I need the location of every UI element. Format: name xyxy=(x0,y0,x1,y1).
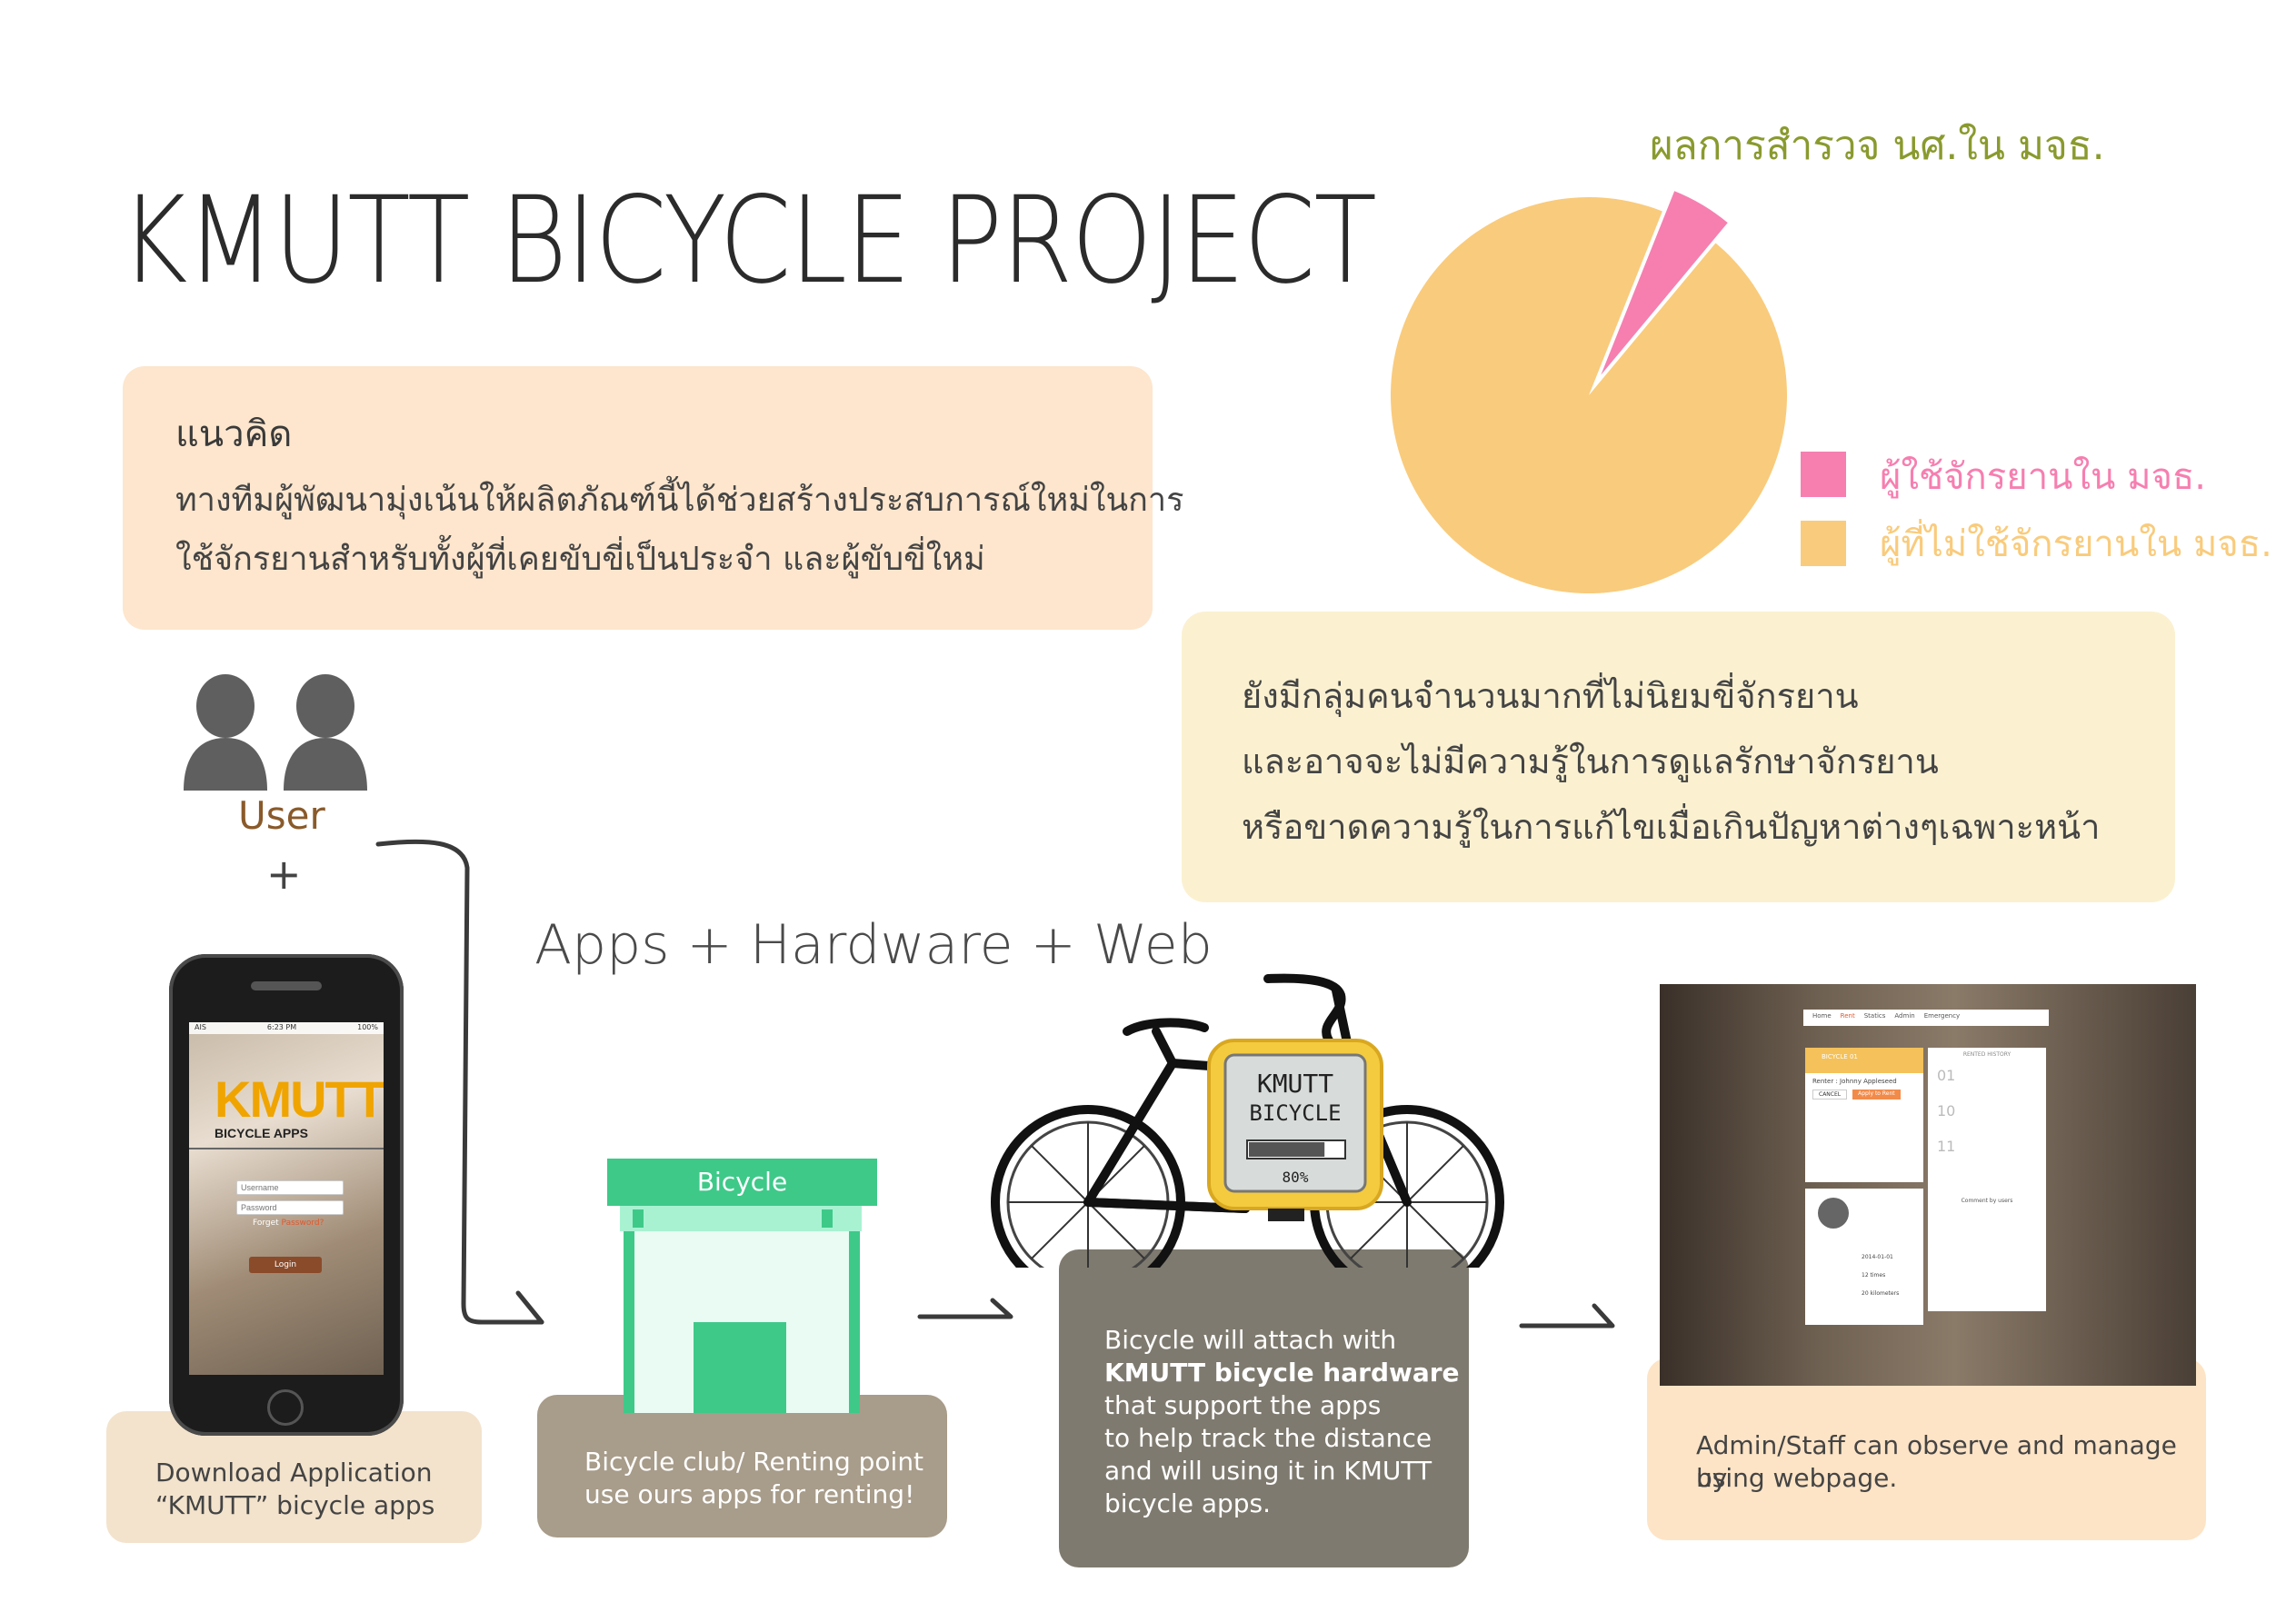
bike-caption-line: bicycle apps. xyxy=(1104,1488,1272,1518)
web-caption-line: using webpage. xyxy=(1696,1463,1898,1493)
web-detail-date: 2014-01-01 xyxy=(1862,1254,1893,1260)
bicycle-illustration: KMUTT BICYCLE 80% xyxy=(991,973,1504,1268)
forget-password-link[interactable]: Password? xyxy=(282,1219,324,1228)
web-detail-distance: 20 kilometers xyxy=(1862,1290,1900,1297)
bike-tracking-device: KMUTT BICYCLE 80% xyxy=(1207,1039,1383,1221)
web-nav-item[interactable]: Admin xyxy=(1894,1012,1914,1023)
web-history-day: 01 xyxy=(1937,1067,1956,1084)
legend-label-users: ผู้ใช้จักรยานใน มจธ. xyxy=(1880,456,2207,498)
device-progress-label: 80% xyxy=(1283,1169,1309,1186)
shop-sign: Bicycle xyxy=(607,1159,877,1206)
arrow-icon xyxy=(917,1298,1013,1319)
problem-panel: ยังมีกลุ่มคนจำนวนมากที่ไม่นิยมขี่จักรยาน… xyxy=(1182,612,2175,902)
admin-webpage-screenshot: Home Rent Statics Admin Emergency BICYCL… xyxy=(1660,984,2196,1386)
web-comment-title: Comment by users xyxy=(1961,1198,2013,1204)
web-history-day: 10 xyxy=(1937,1102,1956,1119)
problem-line: หรือขาดความรู้ในการแก้ไขเมื่อเกินปัญหาต่… xyxy=(1242,807,2101,847)
problem-line: ยังมีกลุ่มคนจำนวนมากที่ไม่นิยมขี่จักรยาน xyxy=(1242,676,1859,716)
problem-line: และอาจจะไม่มีความรู้ในการดูแลรักษาจักรยา… xyxy=(1242,741,1939,781)
phone-caption-line: “KMUTT” bicycle apps xyxy=(155,1490,435,1520)
phone-caption-line: Download Application xyxy=(155,1458,433,1488)
forget-password: Forget Password? xyxy=(253,1219,324,1228)
web-nav-item[interactable]: Home xyxy=(1812,1012,1832,1023)
arrow-icon xyxy=(1519,1303,1615,1328)
login-button[interactable]: Login xyxy=(249,1257,322,1273)
bicycle-shop-icon: Bicycle xyxy=(607,1159,880,1422)
device-subtitle: BICYCLE xyxy=(1249,1100,1341,1126)
shop-door xyxy=(694,1322,786,1413)
survey-pie-chart xyxy=(1391,191,1787,593)
bike-caption-line: KMUTT bicycle hardware xyxy=(1104,1358,1460,1388)
web-nav-item[interactable]: Statics xyxy=(1864,1012,1886,1023)
concept-line: ทางทีมผู้พัฒนามุ่งเน้นให้ผลิตภัณฑ์นี้ได้… xyxy=(175,482,1184,519)
web-navbar: Home Rent Statics Admin Emergency xyxy=(1803,1010,2049,1026)
avatar xyxy=(1818,1198,1849,1229)
web-detail-times: 12 times xyxy=(1862,1272,1886,1279)
phone-screen: AIS 6:23 PM 100% KMUTT BICYCLE APPS Forg… xyxy=(189,1022,384,1375)
page-title: KMUTT BICYCLE PROJECT xyxy=(120,171,1377,311)
carrier-text: AIS xyxy=(195,1023,206,1031)
bike-caption-line: and will using it in KMUTT xyxy=(1104,1456,1433,1486)
app-subtitle: BICYCLE APPS xyxy=(215,1126,308,1140)
phone-status-bar: AIS 6:23 PM 100% xyxy=(189,1022,384,1034)
concept-panel: แนวคิด ทางทีมผู้พัฒนามุ่งเน้นให้ผลิตภัณฑ… xyxy=(123,366,1183,630)
web-cancel-button[interactable]: CANCEL xyxy=(1812,1090,1848,1100)
web-nav-item[interactable]: Rent xyxy=(1841,1012,1855,1023)
battery-text: 100% xyxy=(357,1023,378,1031)
web-detail-card: 2014-01-01 12 times 20 kilometers xyxy=(1805,1189,1923,1325)
concept-line: ใช้จักรยานสำหรับทั้งผู้ที่เคยขับขี่เป็นป… xyxy=(175,541,985,578)
web-renter-name: Johnny Appleseed xyxy=(1840,1078,1897,1085)
bike-caption-line: that support the apps xyxy=(1104,1390,1382,1420)
app-logo: KMUTT xyxy=(215,1070,384,1128)
pie-slice-non-users xyxy=(1391,196,1787,593)
concept-heading: แนวคิด xyxy=(175,413,293,455)
username-input[interactable] xyxy=(236,1180,344,1195)
web-apply-button[interactable]: Apply to Rent xyxy=(1852,1090,1901,1100)
web-nav-item[interactable]: Emergency xyxy=(1924,1012,1960,1023)
plus-sign: + xyxy=(266,850,302,899)
users-icon xyxy=(184,674,367,791)
bike-caption-line: Bicycle will attach with xyxy=(1104,1325,1397,1355)
web-history-title: RENTED HISTORY xyxy=(1962,1051,2011,1058)
web-caption-box: Admin/Staff can observe and manage by us… xyxy=(1647,1358,2206,1540)
legend-swatch-users xyxy=(1801,452,1846,497)
user-label: User xyxy=(238,793,325,838)
web-history-day: 11 xyxy=(1937,1138,1956,1155)
web-renter-label: Renter : xyxy=(1812,1078,1838,1085)
time-text: 6:23 PM xyxy=(266,1023,297,1031)
bike-caption-box: Bicycle will attach with KMUTT bicycle ha… xyxy=(1059,1249,1469,1567)
legend-label-non-users: ผู้ที่ไม่ใช้จักรยานใน มจธ. xyxy=(1880,523,2272,565)
device-title: KMUTT xyxy=(1257,1069,1333,1099)
shop-caption-line: use ours apps for renting! xyxy=(584,1479,915,1509)
survey-title: ผลการสำรวจ นศ.ใน มจธ. xyxy=(1650,123,2105,169)
home-button xyxy=(267,1389,304,1426)
legend-swatch-non-users xyxy=(1801,521,1846,566)
phone-mockup: AIS 6:23 PM 100% KMUTT BICYCLE APPS Forg… xyxy=(169,954,404,1436)
forget-text: Forget xyxy=(253,1219,282,1228)
web-card-title: BICYCLE 01 xyxy=(1805,1048,1923,1073)
web-rent-card: BICYCLE 01 Renter : Johnny Appleseed CAN… xyxy=(1805,1048,1923,1182)
bike-caption-line: to help track the distance xyxy=(1104,1423,1433,1453)
password-input[interactable] xyxy=(236,1200,344,1215)
device-progress-fill xyxy=(1249,1142,1325,1157)
shop-caption-line: Bicycle club/ Renting point xyxy=(584,1447,924,1477)
web-comment-card: Comment by users xyxy=(1928,1193,2046,1311)
